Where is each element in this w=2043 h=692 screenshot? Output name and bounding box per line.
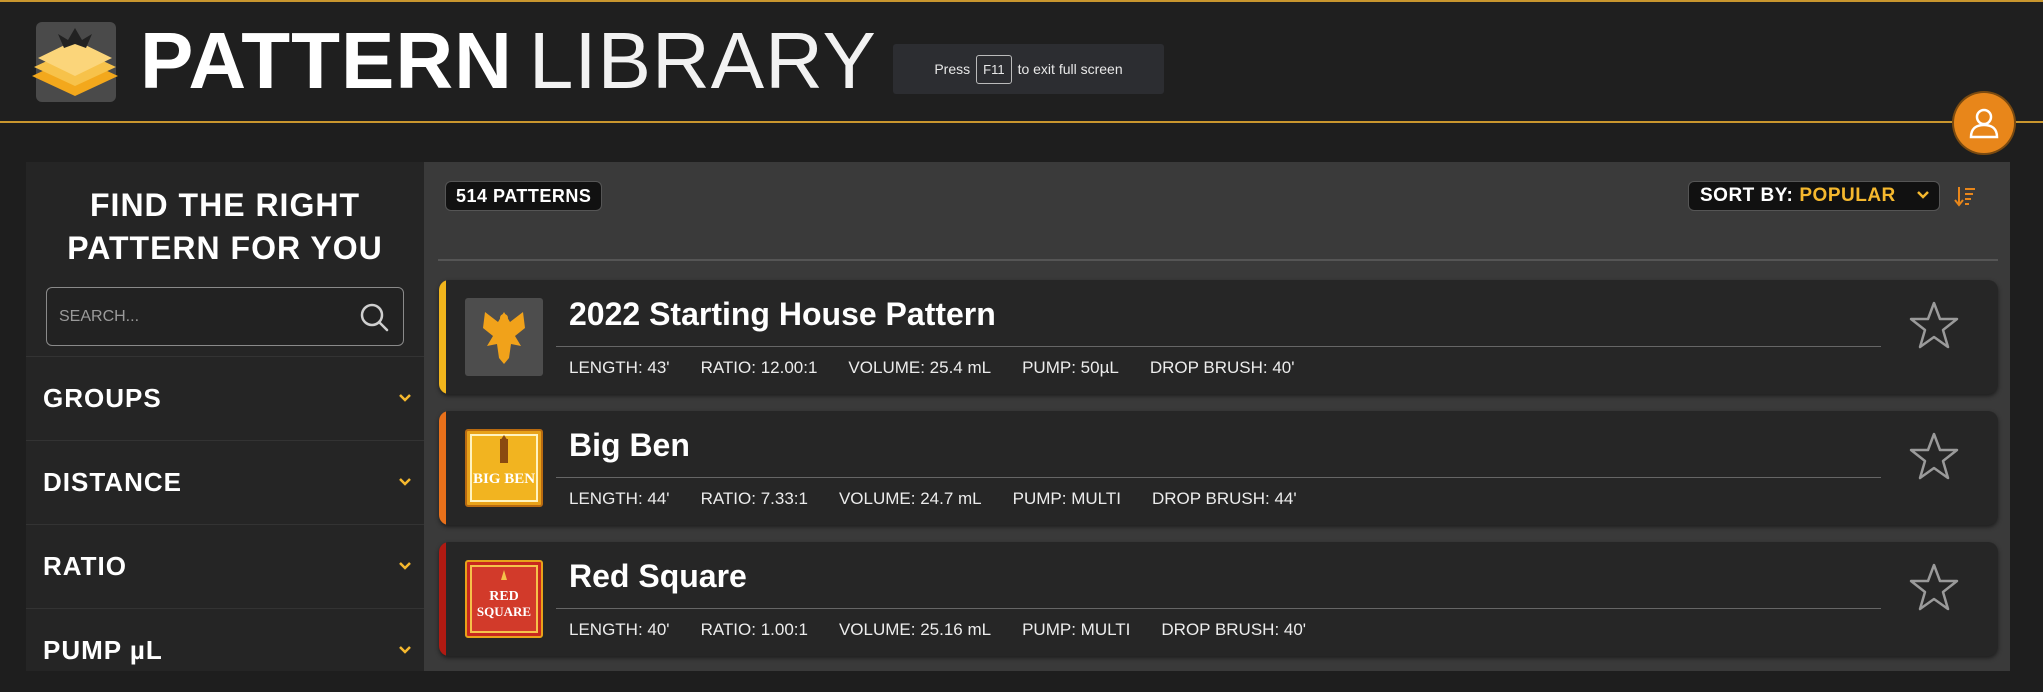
pattern-drop-brush: DROP BRUSH: 40' xyxy=(1149,358,1295,377)
pattern-length: LENGTH: 40' xyxy=(569,620,670,639)
pattern-stripe xyxy=(439,411,446,525)
pattern-ratio: RATIO: 1.00:1 xyxy=(700,620,808,639)
pattern-name[interactable]: Red Square xyxy=(569,558,747,595)
sort-value: POPULAR xyxy=(1799,185,1896,206)
results-divider xyxy=(438,259,1998,261)
pattern-drop-brush: DROP BRUSH: 40' xyxy=(1161,620,1307,639)
favorite-star-icon[interactable] xyxy=(1908,431,1960,481)
pattern-ratio: RATIO: 7.33:1 xyxy=(700,489,808,508)
favorite-star-icon[interactable] xyxy=(1908,562,1960,612)
fullscreen-hint-before: Press xyxy=(934,61,971,77)
pattern-count-badge: 514 PATTERNS xyxy=(445,181,603,211)
pattern-pump: PUMP: MULTI xyxy=(1022,620,1131,639)
pattern-card[interactable]: RED SQUARE Red Square LENGTH: 40' RATIO:… xyxy=(439,542,1998,656)
pattern-volume: VOLUME: 25.16 mL xyxy=(838,620,992,639)
sidebar-heading-line2: PATTERN FOR YOU xyxy=(67,230,383,266)
svg-text:BIG BEN: BIG BEN xyxy=(473,471,535,487)
pattern-length: LENGTH: 43' xyxy=(569,358,670,377)
search-box xyxy=(46,287,404,346)
filter-label: PUMP µL xyxy=(43,635,163,665)
red-square-badge-icon: RED SQUARE xyxy=(465,560,543,638)
filter-label: RATIO xyxy=(43,551,127,581)
title-bold: PATTERN xyxy=(140,16,513,105)
pattern-pump: PUMP: 50µL xyxy=(1022,358,1119,377)
pattern-length: LENGTH: 44' xyxy=(569,489,670,508)
filter-groups[interactable]: GROUPS xyxy=(26,356,424,440)
pattern-volume: VOLUME: 25.4 mL xyxy=(848,358,992,377)
chevron-down-icon xyxy=(399,478,411,486)
big-ben-badge-icon: BIG BEN xyxy=(465,429,543,507)
fullscreen-hint-after: to exit full screen xyxy=(1017,61,1123,77)
filter-distance[interactable]: DISTANCE xyxy=(26,440,424,524)
chevron-down-icon xyxy=(399,394,411,402)
filter-ratio[interactable]: RATIO xyxy=(26,524,424,608)
pattern-stripe xyxy=(439,542,446,656)
pattern-name[interactable]: Big Ben xyxy=(569,427,690,464)
pattern-card[interactable]: 2022 Starting House Pattern LENGTH: 43' … xyxy=(439,280,1998,394)
filter-label: GROUPS xyxy=(43,383,162,413)
app-header: PATTERN LIBRARY Press F11 to exit full s… xyxy=(0,0,2043,123)
results-panel: 514 PATTERNS SORT BY: POPULAR 2022 Start… xyxy=(424,162,2010,671)
svg-text:RED: RED xyxy=(489,589,519,604)
pattern-ratio: RATIO: 12.00:1 xyxy=(700,358,818,377)
sidebar-heading-line1: FIND THE RIGHT xyxy=(90,187,360,223)
chevron-down-icon xyxy=(1917,191,1929,199)
chevron-down-icon xyxy=(399,562,411,570)
sort-descending-icon[interactable] xyxy=(1954,184,1976,208)
favorite-star-icon[interactable] xyxy=(1908,300,1960,350)
pattern-name[interactable]: 2022 Starting House Pattern xyxy=(569,296,996,333)
pattern-stats: LENGTH: 40' RATIO: 1.00:1 VOLUME: 25.16 … xyxy=(569,620,1337,640)
pattern-stripe xyxy=(439,280,446,394)
card-divider xyxy=(556,608,1881,609)
user-account-button[interactable] xyxy=(1954,93,2014,153)
filter-pump[interactable]: PUMP µL xyxy=(26,608,424,692)
pattern-volume: VOLUME: 24.7 mL xyxy=(838,489,982,508)
search-icon[interactable] xyxy=(359,302,389,332)
sort-label: SORT BY: xyxy=(1700,185,1794,206)
pattern-pump: PUMP: MULTI xyxy=(1012,489,1121,508)
fullscreen-key: F11 xyxy=(976,54,1012,84)
phoenix-pyramid-icon[interactable] xyxy=(28,20,122,106)
pattern-card[interactable]: BIG BEN Big Ben LENGTH: 44' RATIO: 7.33:… xyxy=(439,411,1998,525)
card-divider xyxy=(556,346,1881,347)
filter-sidebar: FIND THE RIGHT PATTERN FOR YOU GROUPS DI… xyxy=(26,162,424,671)
svg-text:SQUARE: SQUARE xyxy=(477,604,531,619)
filter-label: DISTANCE xyxy=(43,467,182,497)
pattern-drop-brush: DROP BRUSH: 44' xyxy=(1151,489,1297,508)
chevron-down-icon xyxy=(399,646,411,654)
pattern-stats: LENGTH: 44' RATIO: 7.33:1 VOLUME: 24.7 m… xyxy=(569,489,1328,509)
sidebar-heading: FIND THE RIGHT PATTERN FOR YOU xyxy=(26,184,424,270)
title-light: LIBRARY xyxy=(528,16,877,105)
fullscreen-hint: Press F11 to exit full screen xyxy=(893,44,1164,94)
search-input[interactable] xyxy=(59,288,349,345)
sort-select[interactable]: SORT BY: POPULAR xyxy=(1688,181,1940,211)
card-divider xyxy=(556,477,1881,478)
page-title: PATTERN LIBRARY xyxy=(140,16,877,106)
user-icon xyxy=(1969,108,1999,139)
phoenix-icon xyxy=(465,298,543,376)
pattern-stats: LENGTH: 43' RATIO: 12.00:1 VOLUME: 25.4 … xyxy=(569,358,1325,378)
